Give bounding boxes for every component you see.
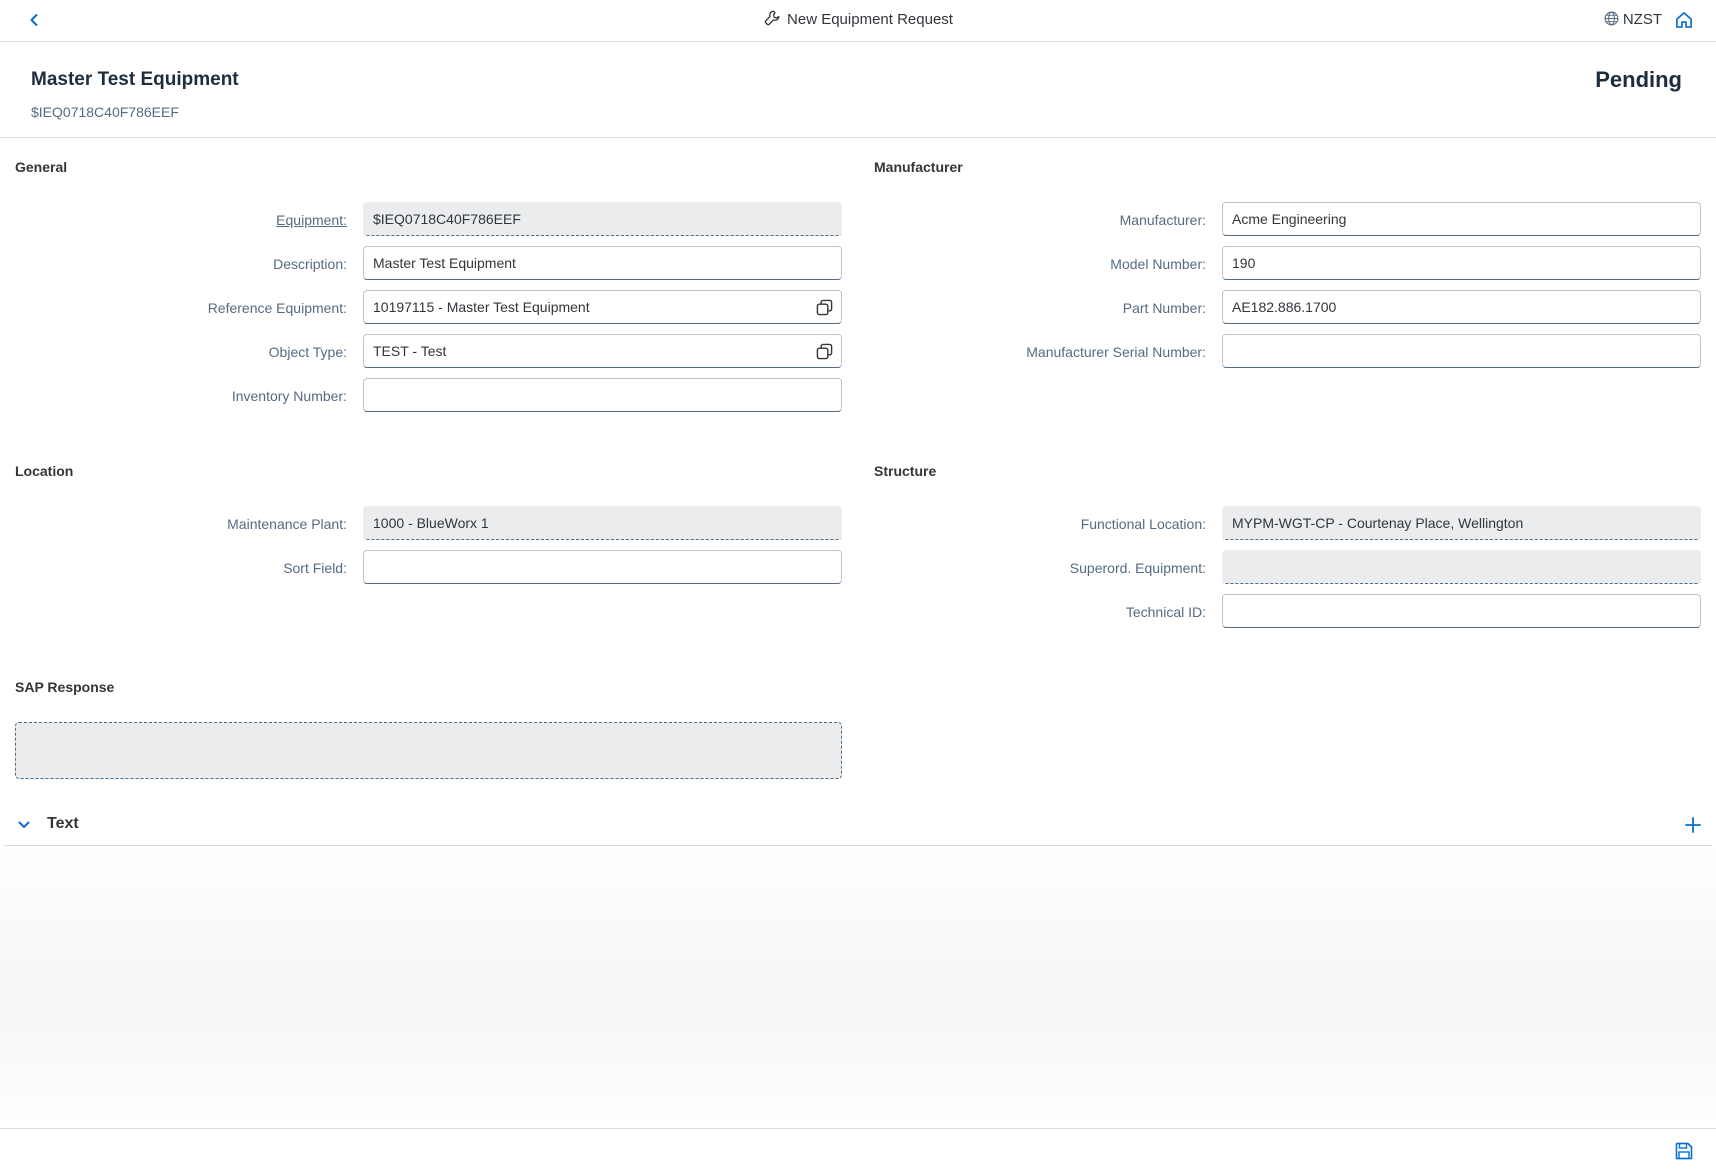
label-inventory-number: Inventory Number: — [231, 388, 347, 404]
app-title-text: New Equipment Request — [787, 11, 953, 28]
label-manufacturer: Manufacturer: — [1119, 212, 1206, 228]
equipment-value: $IEQ0718C40F786EEF — [373, 211, 521, 227]
timezone-indicator: NZST — [1603, 11, 1662, 29]
label-equipment[interactable]: Equipment: — [17, 212, 347, 228]
part-number-value: AE182.886.1700 — [1232, 299, 1337, 315]
description-field[interactable]: Master Test Equipment — [363, 246, 842, 280]
add-icon[interactable] — [1683, 815, 1703, 835]
section-title-sap-response: SAP Response — [15, 679, 115, 695]
save-icon[interactable] — [1674, 1141, 1694, 1161]
section-title-general: General — [15, 159, 68, 175]
label-functional-location: Functional Location: — [1080, 516, 1206, 532]
home-icon[interactable] — [1674, 10, 1694, 30]
background-wave — [0, 843, 1716, 1128]
footer-toolbar — [0, 1128, 1716, 1172]
section-title-structure: Structure — [874, 463, 937, 479]
object-type-field[interactable]: TEST - Test — [363, 334, 842, 368]
description-value: Master Test Equipment — [373, 255, 516, 271]
manufacturer-field[interactable]: Acme Engineering — [1222, 202, 1701, 236]
reference-equipment-field[interactable]: 10197115 - Master Test Equipment — [363, 290, 842, 324]
globe-icon — [1604, 11, 1619, 25]
text-panel-header: Text — [4, 806, 1712, 846]
inventory-number-field[interactable] — [363, 378, 842, 412]
functional-location-field[interactable]: MYPM-WGT-CP - Courtenay Place, Wellingto… — [1222, 506, 1701, 540]
functional-location-value: MYPM-WGT-CP - Courtenay Place, Wellingto… — [1232, 515, 1524, 531]
chevron-down-icon[interactable] — [15, 816, 33, 834]
manufacturer-serial-number-field[interactable] — [1222, 334, 1701, 368]
label-technical-id: Technical ID: — [1125, 604, 1206, 620]
model-number-field[interactable]: 190 — [1222, 246, 1701, 280]
app-title: New Equipment Request — [0, 10, 1716, 29]
page-title: Master Test Equipment — [31, 69, 239, 90]
label-part-number: Part Number: — [1122, 300, 1206, 316]
label-object-type: Object Type: — [268, 344, 347, 360]
part-number-field[interactable]: AE182.886.1700 — [1222, 290, 1701, 324]
maintenance-plant-value: 1000 - BlueWorx 1 — [373, 515, 489, 531]
section-title-manufacturer: Manufacturer — [874, 159, 963, 175]
shell-bar: New Equipment Request NZST — [0, 0, 1716, 42]
label-maintenance-plant: Maintenance Plant: — [227, 516, 347, 532]
manufacturer-value: Acme Engineering — [1232, 211, 1347, 227]
value-help-icon[interactable] — [816, 299, 833, 316]
value-help-icon[interactable] — [816, 343, 833, 360]
section-title-location: Location — [15, 463, 74, 479]
label-reference-equipment: Reference Equipment: — [207, 300, 347, 316]
label-description: Description: — [273, 256, 347, 272]
form-content: General Equipment: $IEQ0718C40F786EEF De… — [0, 138, 1716, 1128]
superord-equipment-field[interactable] — [1222, 550, 1701, 584]
reference-equipment-value: 10197115 - Master Test Equipment — [373, 299, 590, 315]
model-number-value: 190 — [1232, 255, 1256, 271]
sort-field-input[interactable] — [363, 550, 842, 584]
label-manufacturer-serial-number: Manufacturer Serial Number: — [1026, 344, 1206, 360]
sap-response-textarea[interactable] — [15, 722, 842, 779]
wrench-icon — [764, 10, 780, 26]
page-subtitle: $IEQ0718C40F786EEF — [31, 104, 179, 120]
technical-id-field[interactable] — [1222, 594, 1701, 628]
timezone-text: NZST — [1622, 11, 1662, 28]
object-header: Master Test Equipment $IEQ0718C40F786EEF… — [0, 42, 1716, 138]
label-model-number: Model Number: — [1110, 256, 1206, 272]
maintenance-plant-field[interactable]: 1000 - BlueWorx 1 — [363, 506, 842, 540]
label-sort-field: Sort Field: — [283, 560, 347, 576]
status-text: Pending — [1595, 67, 1682, 92]
object-type-value: TEST - Test — [373, 343, 447, 359]
label-superord-equipment: Superord. Equipment: — [1069, 560, 1206, 576]
text-panel-title: Text — [47, 815, 79, 832]
equipment-field[interactable]: $IEQ0718C40F786EEF — [363, 202, 842, 236]
